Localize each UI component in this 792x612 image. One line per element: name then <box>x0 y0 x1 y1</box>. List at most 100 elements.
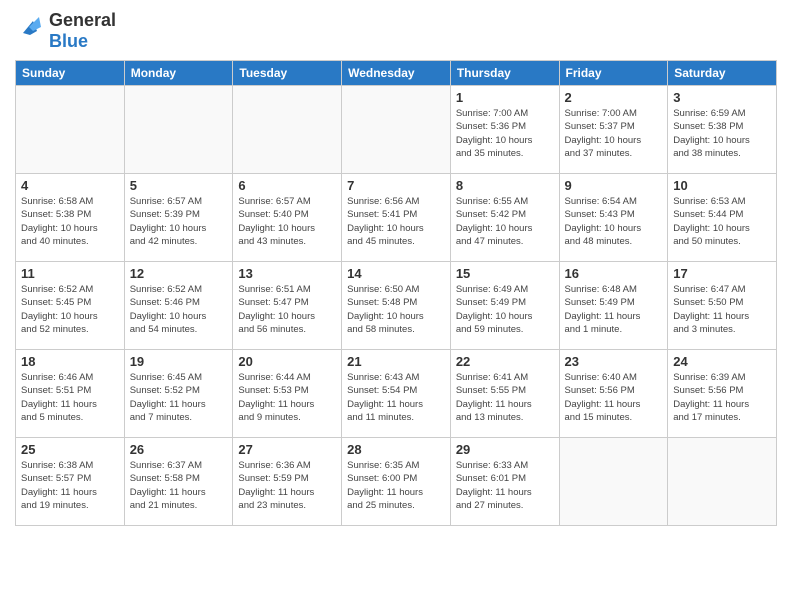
day-number: 16 <box>565 266 663 281</box>
calendar-cell: 28 Sunrise: 6:35 AM Sunset: 6:00 PM Dayli… <box>342 438 451 526</box>
calendar-cell <box>342 86 451 174</box>
day-info: Sunrise: 6:47 AM Sunset: 5:50 PM Dayligh… <box>673 283 771 336</box>
day-info: Sunrise: 6:52 AM Sunset: 5:46 PM Dayligh… <box>130 283 228 336</box>
header-row: SundayMondayTuesdayWednesdayThursdayFrid… <box>16 61 777 86</box>
calendar-cell: 2 Sunrise: 7:00 AM Sunset: 5:37 PM Daylig… <box>559 86 668 174</box>
day-info: Sunrise: 6:44 AM Sunset: 5:53 PM Dayligh… <box>238 371 336 424</box>
day-info: Sunrise: 6:56 AM Sunset: 5:41 PM Dayligh… <box>347 195 445 248</box>
day-header-sunday: Sunday <box>16 61 125 86</box>
calendar-cell: 9 Sunrise: 6:54 AM Sunset: 5:43 PM Daylig… <box>559 174 668 262</box>
calendar-cell <box>233 86 342 174</box>
day-info: Sunrise: 6:54 AM Sunset: 5:43 PM Dayligh… <box>565 195 663 248</box>
day-info: Sunrise: 6:36 AM Sunset: 5:59 PM Dayligh… <box>238 459 336 512</box>
logo-line1: General <box>49 10 116 31</box>
day-number: 25 <box>21 442 119 457</box>
calendar-cell: 16 Sunrise: 6:48 AM Sunset: 5:49 PM Dayli… <box>559 262 668 350</box>
day-header-monday: Monday <box>124 61 233 86</box>
day-number: 27 <box>238 442 336 457</box>
day-info: Sunrise: 6:51 AM Sunset: 5:47 PM Dayligh… <box>238 283 336 336</box>
calendar-cell: 13 Sunrise: 6:51 AM Sunset: 5:47 PM Dayli… <box>233 262 342 350</box>
day-info: Sunrise: 6:53 AM Sunset: 5:44 PM Dayligh… <box>673 195 771 248</box>
calendar-cell: 20 Sunrise: 6:44 AM Sunset: 5:53 PM Dayli… <box>233 350 342 438</box>
logo-bird-icon <box>15 13 45 49</box>
week-row-2: 4 Sunrise: 6:58 AM Sunset: 5:38 PM Daylig… <box>16 174 777 262</box>
day-info: Sunrise: 6:39 AM Sunset: 5:56 PM Dayligh… <box>673 371 771 424</box>
day-number: 11 <box>21 266 119 281</box>
day-info: Sunrise: 6:43 AM Sunset: 5:54 PM Dayligh… <box>347 371 445 424</box>
day-number: 28 <box>347 442 445 457</box>
calendar-cell: 8Sunrise: 6:55 AM Sunset: 5:42 PM Daylig… <box>450 174 559 262</box>
day-number: 17 <box>673 266 771 281</box>
calendar-cell <box>124 86 233 174</box>
day-info: Sunrise: 6:35 AM Sunset: 6:00 PM Dayligh… <box>347 459 445 512</box>
day-info: Sunrise: 6:48 AM Sunset: 5:49 PM Dayligh… <box>565 283 663 336</box>
day-info: Sunrise: 6:49 AM Sunset: 5:49 PM Dayligh… <box>456 283 554 336</box>
calendar-cell: 22 Sunrise: 6:41 AM Sunset: 5:55 PM Dayli… <box>450 350 559 438</box>
calendar-cell: 15Sunrise: 6:49 AM Sunset: 5:49 PM Dayli… <box>450 262 559 350</box>
logo: GeneralBlue <box>15 10 116 52</box>
day-number: 29 <box>456 442 554 457</box>
day-info: Sunrise: 6:37 AM Sunset: 5:58 PM Dayligh… <box>130 459 228 512</box>
week-row-4: 18 Sunrise: 6:46 AM Sunset: 5:51 PM Dayli… <box>16 350 777 438</box>
day-info: Sunrise: 6:57 AM Sunset: 5:39 PM Dayligh… <box>130 195 228 248</box>
logo: GeneralBlue <box>15 10 116 52</box>
day-number: 13 <box>238 266 336 281</box>
calendar-cell: 11Sunrise: 6:52 AM Sunset: 5:45 PM Dayli… <box>16 262 125 350</box>
day-number: 14 <box>347 266 445 281</box>
day-info: Sunrise: 7:00 AM Sunset: 5:37 PM Dayligh… <box>565 107 663 160</box>
day-number: 6 <box>238 178 336 193</box>
day-info: Sunrise: 6:59 AM Sunset: 5:38 PM Dayligh… <box>673 107 771 160</box>
calendar-cell: 23Sunrise: 6:40 AM Sunset: 5:56 PM Dayli… <box>559 350 668 438</box>
day-info: Sunrise: 6:58 AM Sunset: 5:38 PM Dayligh… <box>21 195 119 248</box>
day-number: 20 <box>238 354 336 369</box>
day-info: Sunrise: 6:38 AM Sunset: 5:57 PM Dayligh… <box>21 459 119 512</box>
calendar-table: SundayMondayTuesdayWednesdayThursdayFrid… <box>15 60 777 526</box>
calendar-cell <box>559 438 668 526</box>
day-info: Sunrise: 6:45 AM Sunset: 5:52 PM Dayligh… <box>130 371 228 424</box>
calendar-cell: 4 Sunrise: 6:58 AM Sunset: 5:38 PM Daylig… <box>16 174 125 262</box>
day-info: Sunrise: 6:41 AM Sunset: 5:55 PM Dayligh… <box>456 371 554 424</box>
day-number: 10 <box>673 178 771 193</box>
day-header-saturday: Saturday <box>668 61 777 86</box>
header: GeneralBlue <box>15 10 777 52</box>
day-number: 5 <box>130 178 228 193</box>
day-number: 12 <box>130 266 228 281</box>
calendar-cell <box>668 438 777 526</box>
calendar-cell <box>16 86 125 174</box>
day-number: 9 <box>565 178 663 193</box>
day-header-thursday: Thursday <box>450 61 559 86</box>
day-header-friday: Friday <box>559 61 668 86</box>
calendar-cell: 10 Sunrise: 6:53 AM Sunset: 5:44 PM Dayli… <box>668 174 777 262</box>
day-info: Sunrise: 6:55 AM Sunset: 5:42 PM Dayligh… <box>456 195 554 248</box>
calendar-cell: 24Sunrise: 6:39 AM Sunset: 5:56 PM Dayli… <box>668 350 777 438</box>
day-number: 1 <box>456 90 554 105</box>
week-row-3: 11Sunrise: 6:52 AM Sunset: 5:45 PM Dayli… <box>16 262 777 350</box>
day-info: Sunrise: 6:33 AM Sunset: 6:01 PM Dayligh… <box>456 459 554 512</box>
day-header-tuesday: Tuesday <box>233 61 342 86</box>
week-row-1: 1Sunrise: 7:00 AM Sunset: 5:36 PM Daylig… <box>16 86 777 174</box>
page: GeneralBlue SundayMondayTuesdayWednesday… <box>0 0 792 612</box>
calendar-cell: 7 Sunrise: 6:56 AM Sunset: 5:41 PM Daylig… <box>342 174 451 262</box>
day-number: 4 <box>21 178 119 193</box>
calendar-cell: 21 Sunrise: 6:43 AM Sunset: 5:54 PM Dayli… <box>342 350 451 438</box>
day-header-wednesday: Wednesday <box>342 61 451 86</box>
day-number: 19 <box>130 354 228 369</box>
calendar-cell: 6 Sunrise: 6:57 AM Sunset: 5:40 PM Daylig… <box>233 174 342 262</box>
day-number: 18 <box>21 354 119 369</box>
calendar-cell: 1Sunrise: 7:00 AM Sunset: 5:36 PM Daylig… <box>450 86 559 174</box>
calendar-cell: 19 Sunrise: 6:45 AM Sunset: 5:52 PM Dayli… <box>124 350 233 438</box>
day-number: 7 <box>347 178 445 193</box>
day-number: 26 <box>130 442 228 457</box>
calendar-cell: 29 Sunrise: 6:33 AM Sunset: 6:01 PM Dayli… <box>450 438 559 526</box>
calendar-cell: 12 Sunrise: 6:52 AM Sunset: 5:46 PM Dayli… <box>124 262 233 350</box>
day-info: Sunrise: 6:57 AM Sunset: 5:40 PM Dayligh… <box>238 195 336 248</box>
day-info: Sunrise: 6:50 AM Sunset: 5:48 PM Dayligh… <box>347 283 445 336</box>
day-number: 2 <box>565 90 663 105</box>
day-number: 21 <box>347 354 445 369</box>
day-number: 22 <box>456 354 554 369</box>
logo-text: GeneralBlue <box>49 10 116 52</box>
day-number: 23 <box>565 354 663 369</box>
day-info: Sunrise: 6:46 AM Sunset: 5:51 PM Dayligh… <box>21 371 119 424</box>
calendar-cell: 26 Sunrise: 6:37 AM Sunset: 5:58 PM Dayli… <box>124 438 233 526</box>
week-row-5: 25 Sunrise: 6:38 AM Sunset: 5:57 PM Dayli… <box>16 438 777 526</box>
